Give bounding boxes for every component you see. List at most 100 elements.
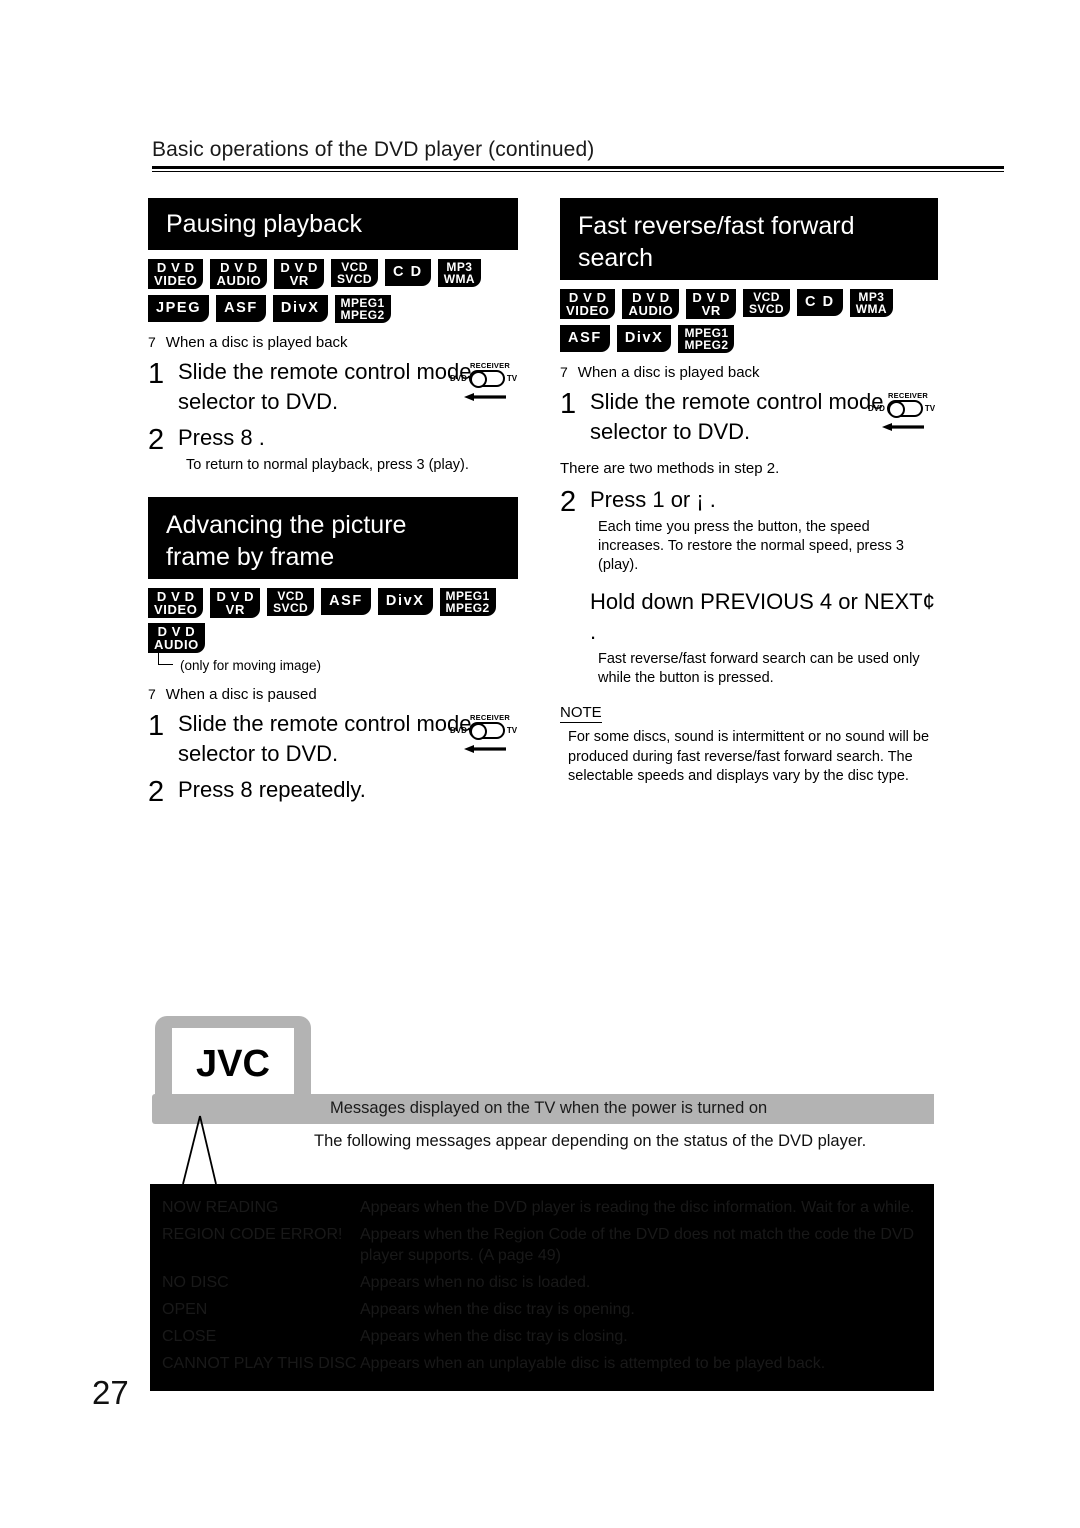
step-2-fast-search: 2 Press 1 or ¡ . Each time you press the… (560, 485, 938, 575)
badge-line-2: WMA (443, 272, 475, 286)
step-text: Press 1 or ¡ . (590, 487, 716, 512)
selector-left-label: DVD (868, 404, 885, 413)
badge-line-1: DivX (385, 593, 425, 609)
messages-intro: The following messages appear depending … (314, 1132, 867, 1150)
disc-badge-advancing-note: D V D AUDIO (148, 623, 518, 653)
message-row: CLOSE Appears when the disc tray is closi… (150, 1323, 934, 1350)
selector-pill (886, 400, 923, 418)
badge-line-2: SVCD (273, 601, 309, 615)
step-2-advancing: 2 Press 8 repeatedly. (148, 775, 518, 809)
badge-line-2: AUDIO (628, 303, 674, 318)
step-number: 1 (148, 358, 165, 390)
message-code: CANNOT PLAY THIS DISC (162, 1355, 357, 1372)
heading-line-2: frame by frame (166, 543, 335, 571)
message-row: NOW READING Appears when the DVD player i… (150, 1194, 934, 1221)
message-code: NO DISC (162, 1274, 229, 1291)
badge-line-2: WMA (855, 302, 887, 316)
disc-format-badge: D V D AUDIO (148, 623, 205, 653)
step-text: Press 8 . (178, 425, 265, 450)
heading-line-1: Advancing the picture (166, 511, 407, 539)
badge-line-1: JPEG (156, 300, 202, 316)
selector-right-label: TV (506, 726, 518, 735)
step-1-advancing: 1 Slide the remote control mode selector… (148, 709, 518, 769)
message-code: NOW READING (162, 1199, 279, 1216)
badge-line-1: DivX (280, 300, 320, 316)
step-1-fast-search: 1 Slide the remote control mode selector… (560, 387, 938, 447)
precondition-fast-search: 7 When a disc is played back (560, 364, 938, 381)
badge-line-2: VR (225, 602, 245, 617)
selector-pill (468, 722, 505, 740)
step-number: 2 (560, 486, 577, 518)
message-description: Appears when the disc tray is closing. (360, 1328, 628, 1345)
section-heading-fast-search: Fast reverse/fast forward search (560, 198, 938, 280)
message-code: REGION CODE ERROR! (162, 1226, 343, 1243)
disc-format-badge: C D (796, 289, 843, 316)
disc-format-badge: MPEG1 MPEG2 (439, 588, 496, 616)
selector-left-label: DVD (450, 726, 467, 735)
message-description: Appears when the DVD player is reading t… (360, 1199, 915, 1216)
step-number: 2 (148, 424, 165, 456)
disc-format-badge: D V D VIDEO (148, 588, 204, 618)
messages-bar-title: Messages displayed on the TV when the po… (330, 1099, 768, 1117)
badge-line-2: VR (701, 303, 721, 318)
message-row: NO DISC Appears when no disc is loaded. (150, 1269, 934, 1296)
heading-line-1: Fast reverse/fast forward (578, 212, 855, 240)
disc-format-badge: D V D VR (274, 259, 325, 289)
precondition-marker: 7 (560, 364, 568, 380)
message-row: CANNOT PLAY THIS DISC Appears when an unp… (150, 1350, 934, 1377)
badge-line-2: VIDEO (566, 303, 610, 318)
badge-line-2: MPEG2 (684, 338, 729, 352)
disc-format-badge: MP3 WMA (849, 289, 893, 317)
selector-right-label: TV (924, 404, 936, 413)
disc-badges-advancing: D V D VIDEO D V D VR VCD SVCD ASF DivX MPEG1 MPEG… (148, 588, 518, 618)
selector-knob (469, 371, 487, 388)
selector-knob (887, 401, 905, 418)
badge-line-1: ASF (224, 300, 258, 316)
disc-badges-pausing: D V D VIDEO D V D AUDIO D V D VR VCD SVCD C D MP3… (148, 259, 518, 323)
badge-line-1: C D (804, 294, 835, 310)
receiver-label: RECEIVER (888, 391, 928, 400)
disc-format-badge: C D (384, 259, 431, 286)
badge-line-2: SVCD (749, 302, 784, 316)
precondition-marker: 7 (148, 334, 156, 350)
disc-format-badge: MPEG1 MPEG2 (334, 295, 391, 323)
step-number: 1 (148, 710, 165, 742)
precondition-text: When a disc is played back (165, 334, 348, 351)
message-description: Appears when an unplayable disc is attem… (360, 1355, 826, 1372)
disc-badges-fast-search: D V D VIDEO D V D AUDIO D V D VR VCD SVCD C D MP3… (560, 289, 938, 353)
disc-format-badge: D V D VIDEO (148, 259, 204, 289)
badge-line-1: ASF (568, 330, 602, 346)
badge-line-2: SVCD (337, 272, 372, 286)
message-description: Appears when the Region Code of the DVD … (360, 1226, 915, 1264)
hold-down-instruction: Hold down PREVIOUS 4 or NEXT¢ . (590, 589, 935, 644)
disc-format-badge: JPEG (148, 295, 210, 322)
badge-line-2: VIDEO (154, 273, 198, 288)
message-row: REGION CODE ERROR! Appears when the Regio… (150, 1221, 934, 1269)
step-text: Press 8 repeatedly. (178, 777, 366, 802)
precondition-text: When a disc is paused (165, 686, 317, 703)
page-number: 27 (92, 1374, 129, 1411)
selector-pill (468, 370, 505, 388)
step-number: 1 (560, 388, 577, 420)
badge-line-2: VIDEO (154, 602, 198, 617)
note-label: NOTE (560, 704, 602, 723)
callout-leader-lines (182, 1115, 217, 1185)
left-arrow-icon (464, 745, 506, 753)
precondition-pausing: 7 When a disc is played back (148, 334, 518, 351)
page-title: Basic operations of the DVD player (cont… (152, 138, 595, 161)
precondition-text: When a disc is played back (577, 364, 760, 381)
disc-format-badge: D V D AUDIO (622, 289, 680, 319)
disc-format-badge: VCD SVCD (267, 588, 315, 616)
disc-format-badge: D V D AUDIO (210, 259, 268, 289)
left-arrow-icon (464, 393, 506, 401)
hold-down-subtext: Fast reverse/fast forward search can be … (598, 651, 920, 686)
disc-format-badge: MPEG1 MPEG2 (678, 325, 735, 353)
badge-line-1: DivX (624, 330, 664, 346)
message-description: Appears when no disc is loaded. (360, 1274, 591, 1291)
disc-format-badge: DivX (377, 588, 433, 615)
disc-format-badge: D V D VIDEO (560, 289, 616, 319)
message-code: CLOSE (162, 1328, 217, 1345)
left-arrow-icon (882, 423, 924, 431)
remote-mode-selector-icon: RECEIVER DVD TV (450, 361, 526, 409)
badge-line-2: MPEG2 (445, 601, 490, 615)
